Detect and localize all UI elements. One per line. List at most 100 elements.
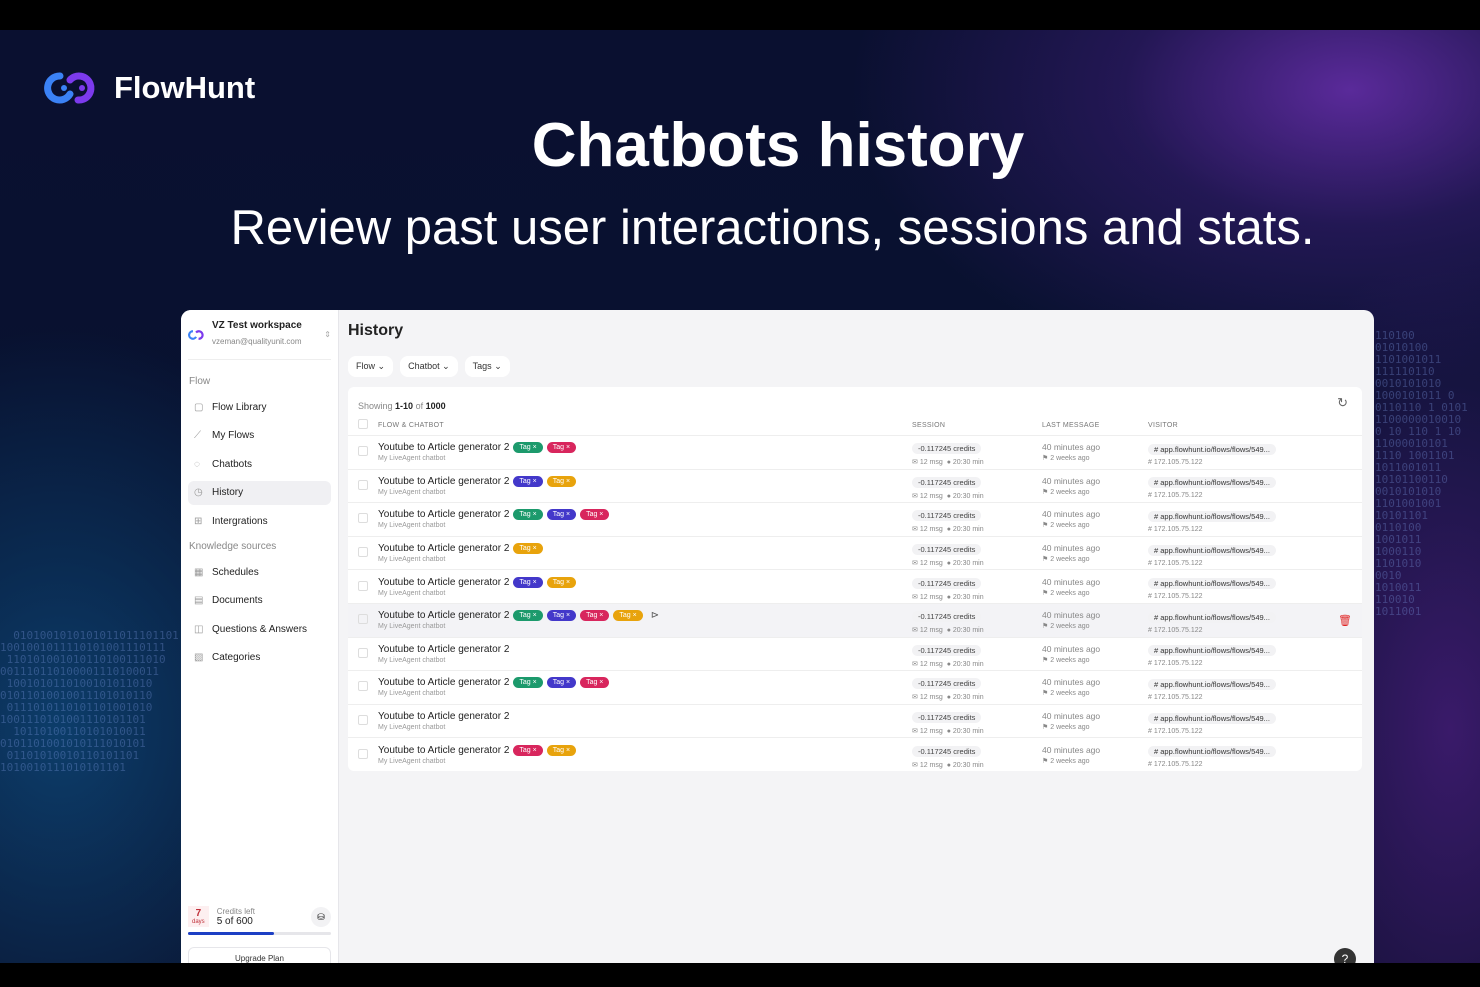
tag-chip[interactable]: Tag × bbox=[613, 610, 643, 622]
col-session[interactable]: SESSION bbox=[912, 419, 1042, 436]
tag-chip[interactable]: Tag × bbox=[580, 610, 610, 622]
tag-chip[interactable]: Tag × bbox=[546, 610, 577, 622]
filter-tags[interactable]: Tags ⌄ bbox=[464, 356, 510, 377]
tag-chip[interactable]: Tag × bbox=[546, 509, 577, 521]
sidebar-item-schedules[interactable]: ▦ Schedules bbox=[188, 560, 331, 584]
table-row[interactable]: Youtube to Article generator 2 Tag × Tag ×… bbox=[348, 670, 1362, 705]
visitor-url[interactable]: # app.flowhunt.io/flows/flows/549... bbox=[1148, 611, 1276, 623]
col-visitor[interactable]: VISITOR bbox=[1148, 419, 1338, 436]
visitor-url[interactable]: # app.flowhunt.io/flows/flows/549... bbox=[1148, 712, 1276, 724]
flag-icon: ⚑ bbox=[1042, 757, 1049, 765]
last-message-time: 40 minutes ago bbox=[1042, 744, 1101, 755]
sidebar-item-questions-answers[interactable]: ◫ Questions & Answers bbox=[188, 617, 331, 641]
flag-icon: ⚑ bbox=[1042, 589, 1049, 597]
tag-chip[interactable]: Tag × bbox=[513, 442, 543, 454]
chatbot-name: My LiveAgent chatbot bbox=[378, 589, 446, 597]
flow-name[interactable]: Youtube to Article generator 2 bbox=[378, 745, 509, 756]
help-button[interactable]: ? bbox=[1334, 948, 1356, 963]
table-row[interactable]: Youtube to Article generator 2 Tag × Tag ×… bbox=[348, 737, 1362, 772]
chatbot-name: My LiveAgent chatbot bbox=[378, 623, 446, 631]
sidebar-item-icon: ▤ bbox=[194, 595, 204, 606]
flow-name[interactable]: Youtube to Article generator 2 bbox=[378, 711, 509, 722]
buy-credits-icon[interactable]: ⛁ bbox=[311, 906, 331, 927]
filter-chatbot[interactable]: Chatbot ⌄ bbox=[400, 356, 458, 377]
sidebar-item-flow-library[interactable]: ▢ Flow Library bbox=[188, 395, 331, 419]
sidebar-item-categories[interactable]: ▧ Categories bbox=[188, 646, 331, 670]
table-row[interactable]: Youtube to Article generator 2 Tag × Tag ×… bbox=[348, 435, 1362, 470]
row-checkbox[interactable] bbox=[358, 715, 368, 726]
visitor-url[interactable]: # app.flowhunt.io/flows/flows/549... bbox=[1148, 678, 1276, 690]
row-checkbox[interactable] bbox=[358, 547, 368, 558]
visitor-url[interactable]: # app.flowhunt.io/flows/flows/549... bbox=[1148, 578, 1276, 590]
tag-chip[interactable]: Tag × bbox=[580, 677, 610, 689]
delete-icon[interactable]: 🗑 bbox=[1338, 615, 1352, 627]
tag-chip[interactable]: Tag × bbox=[513, 475, 543, 487]
sidebar-item-icon: ▧ bbox=[194, 652, 204, 663]
tag-chip[interactable]: Tag × bbox=[580, 509, 610, 521]
tag-chip[interactable]: Tag × bbox=[546, 442, 577, 454]
refresh-icon[interactable]: ↻ bbox=[1337, 395, 1348, 411]
add-tag-icon[interactable]: ⊳ bbox=[651, 610, 659, 621]
col-flow-chatbot[interactable]: FLOW & CHATBOT bbox=[378, 419, 912, 436]
visitor-url[interactable]: # app.flowhunt.io/flows/flows/549... bbox=[1148, 645, 1276, 657]
row-checkbox[interactable] bbox=[358, 580, 368, 591]
tag-chip[interactable]: Tag × bbox=[513, 744, 543, 756]
sidebar-item-chatbots[interactable]: ◌ Chatbots bbox=[188, 452, 331, 476]
flow-name[interactable]: Youtube to Article generator 2 bbox=[378, 442, 509, 453]
flowhunt-logo-icon bbox=[44, 72, 95, 104]
chevron-down-icon: ⌄ bbox=[377, 361, 386, 371]
row-checkbox[interactable] bbox=[358, 647, 368, 658]
flow-name[interactable]: Youtube to Article generator 2 bbox=[378, 644, 509, 655]
table-row[interactable]: Youtube to Article generator 2 Tag × Tag ×… bbox=[348, 502, 1362, 537]
tag-chip[interactable]: Tag × bbox=[513, 576, 543, 588]
tag-chip[interactable]: Tag × bbox=[546, 677, 577, 689]
messages-icon: ✉ bbox=[912, 526, 918, 534]
sidebar-item-my-flows[interactable]: ⟋ My Flows bbox=[188, 424, 331, 448]
visitor-url[interactable]: # app.flowhunt.io/flows/flows/549... bbox=[1148, 510, 1276, 522]
row-checkbox[interactable] bbox=[358, 681, 368, 692]
flow-name[interactable]: Youtube to Article generator 2 bbox=[378, 677, 509, 688]
chatbot-name: My LiveAgent chatbot bbox=[378, 522, 446, 530]
filter-flow[interactable]: Flow ⌄ bbox=[348, 356, 394, 377]
col-last-message[interactable]: LAST MESSAGE bbox=[1042, 419, 1148, 436]
tag-chip[interactable]: Tag × bbox=[546, 475, 577, 487]
workspace-switcher[interactable]: VZ Test workspace vzeman@qualityunit.com … bbox=[188, 320, 331, 360]
select-all-checkbox[interactable] bbox=[358, 419, 368, 429]
session-credits: -0.117245 credits bbox=[912, 644, 982, 656]
sidebar-item-documents[interactable]: ▤ Documents bbox=[188, 589, 331, 613]
flow-name[interactable]: Youtube to Article generator 2 bbox=[378, 543, 509, 554]
sidebar-item-intergrations[interactable]: ⊞ Intergrations bbox=[188, 509, 331, 533]
table-row[interactable]: Youtube to Article generator 2 Tag × Tag ×… bbox=[348, 569, 1362, 604]
visitor-url[interactable]: # app.flowhunt.io/flows/flows/549... bbox=[1148, 746, 1276, 758]
tag-chip[interactable]: Tag × bbox=[546, 576, 577, 588]
credits-progress bbox=[188, 932, 331, 935]
visitor-url[interactable]: # app.flowhunt.io/flows/flows/549... bbox=[1148, 477, 1276, 489]
table-row[interactable]: Youtube to Article generator 2 My LiveAge… bbox=[348, 703, 1362, 738]
table-row[interactable]: Youtube to Article generator 2 Tag × Tag ×… bbox=[348, 468, 1362, 503]
flow-name[interactable]: Youtube to Article generator 2 bbox=[378, 610, 509, 621]
table-row[interactable]: Youtube to Article generator 2 Tag × Tag ×… bbox=[348, 602, 1362, 638]
upgrade-button[interactable]: Upgrade Plan bbox=[188, 947, 331, 963]
flowhunt-logo: FlowHunt bbox=[44, 66, 255, 110]
visitor-url[interactable]: # app.flowhunt.io/flows/flows/549... bbox=[1148, 443, 1276, 455]
tag-chip[interactable]: Tag × bbox=[513, 677, 543, 689]
row-checkbox[interactable] bbox=[358, 614, 368, 625]
table-row[interactable]: Youtube to Article generator 2 My LiveAge… bbox=[348, 636, 1362, 671]
flow-name[interactable]: Youtube to Article generator 2 bbox=[378, 509, 509, 520]
tag-chip[interactable]: Tag × bbox=[513, 509, 543, 521]
brand-name: FlowHunt bbox=[114, 70, 256, 105]
tag-chip[interactable]: Tag × bbox=[513, 543, 543, 555]
row-checkbox[interactable] bbox=[358, 748, 368, 759]
tag-chip[interactable]: Tag × bbox=[546, 744, 577, 756]
table-row[interactable]: Youtube to Article generator 2 Tag × My Li… bbox=[348, 535, 1362, 570]
flow-name[interactable]: Youtube to Article generator 2 bbox=[378, 577, 509, 588]
tag-chip[interactable]: Tag × bbox=[513, 610, 543, 622]
sidebar-item-history[interactable]: ◷ History bbox=[188, 480, 331, 505]
row-checkbox[interactable] bbox=[358, 446, 368, 457]
page-title: History bbox=[348, 322, 404, 339]
visitor-url[interactable]: # app.flowhunt.io/flows/flows/549... bbox=[1148, 544, 1276, 556]
row-checkbox[interactable] bbox=[358, 479, 368, 490]
flow-name[interactable]: Youtube to Article generator 2 bbox=[378, 476, 509, 487]
row-checkbox[interactable] bbox=[358, 513, 368, 524]
sidebar-item-icon: ▢ bbox=[194, 401, 204, 413]
